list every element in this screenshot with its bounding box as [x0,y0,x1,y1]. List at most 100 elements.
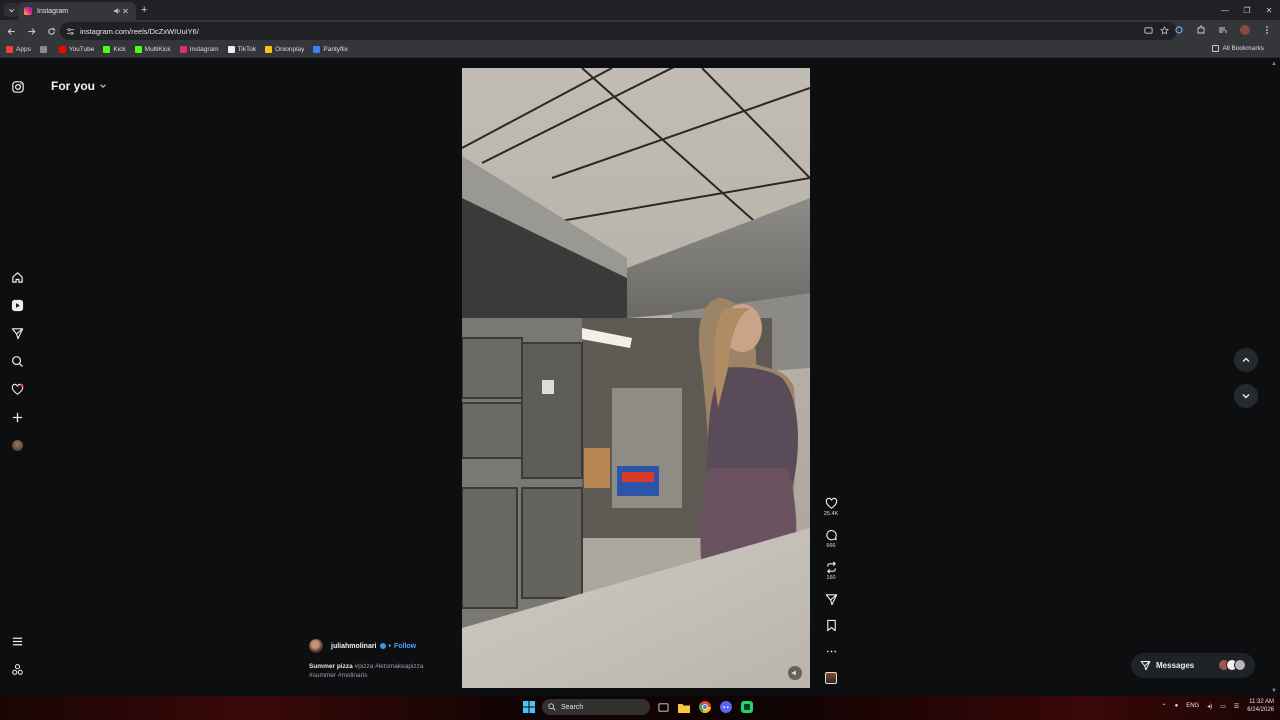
pantyflix-icon [313,46,321,53]
next-reel-button[interactable] [1234,384,1258,408]
windows-start-icon[interactable] [521,699,537,715]
file-explorer-icon[interactable] [676,699,692,715]
microphone-icon[interactable]: ● [1175,703,1179,709]
star-icon[interactable] [1159,25,1169,35]
maximize-button[interactable]: ❐ [1236,0,1258,20]
more-menu-icon[interactable] [1260,23,1274,37]
tab-search-button[interactable] [4,3,18,17]
caption-hashtags-1[interactable]: #pizza #letsmakeapizza [355,663,424,670]
feed-selector[interactable]: For you [51,79,107,93]
tab-title: Instagram [37,7,69,15]
tiktok-icon [227,46,235,53]
notifications-heart-icon[interactable] [11,383,24,396]
audio-thumbnail[interactable] [825,672,837,684]
tab-instagram[interactable]: Instagram ✕ [18,2,136,20]
verified-badge-icon [379,643,386,649]
close-tab-icon[interactable]: ✕ [121,7,130,16]
save-button[interactable] [818,619,844,632]
folder-icon [1212,45,1220,52]
repost-icon [826,561,836,574]
network-icon[interactable]: ▭ [1220,703,1226,710]
url-text: instagram.com/reels/DcZxWIUuiY6/ [80,26,199,36]
like-button[interactable]: 25.4K [818,497,844,517]
windows-taskbar: Search ⌃ ● ENG ◂) ▭ ☰ 11:32 AM 6/24/2026 [0,696,1280,720]
forward-button[interactable] [22,22,40,40]
chevron-up-icon [1242,357,1250,362]
messages-label: Messages [1156,661,1195,670]
address-bar[interactable]: instagram.com/reels/DcZxWIUuiY6/ [60,22,1177,40]
messages-button[interactable]: Messages [1131,653,1255,678]
site-info-icon[interactable] [66,27,75,36]
reel-video[interactable] [462,68,810,688]
mute-toggle-button[interactable] [788,666,802,680]
bookmark-onionplay[interactable]: Onionplay [265,46,304,53]
speaker-icon [791,670,796,676]
home-icon[interactable] [11,271,24,284]
browser-toolbar: instagram.com/reels/DcZxWIUuiY6/ [0,20,1280,42]
caption-hashtags-2[interactable]: #summer #molinaris [309,672,368,679]
all-bookmarks[interactable]: All Bookmarks [1212,45,1264,52]
instagram-reels-page: For you 25.4K 666 160 juliahmolinari • F… [0,59,1280,696]
bookmark-youtube[interactable]: YouTube [58,46,94,53]
language-indicator[interactable]: ENG [1186,703,1199,709]
discord-icon[interactable] [718,699,734,715]
also-from-meta-icon[interactable] [11,663,24,676]
caption-title: Summer pizza [309,663,353,670]
direct-send-icon [1140,661,1151,671]
onionplay-icon [265,46,273,53]
bookmark-apps[interactable]: Apps [6,46,31,53]
profile-avatar[interactable] [11,439,24,452]
media-control-icon[interactable] [1216,23,1230,37]
repost-button[interactable]: 160 [818,561,844,581]
instagram-logo-icon[interactable] [12,81,24,93]
volume-icon[interactable]: ◂) [1207,703,1212,710]
author-username[interactable]: juliahmolinari [331,643,377,650]
chrome-icon[interactable] [697,699,713,715]
apps-grid-icon [6,46,13,53]
puzzle-icon[interactable] [1194,23,1208,37]
bookmark-instagram[interactable]: Instagram [179,46,219,53]
taskbar-apps: Search [521,699,755,715]
speaker-icon[interactable] [112,7,121,16]
extension-icon[interactable] [1172,23,1186,37]
taskbar-search[interactable]: Search [542,699,650,715]
bookmark-grid[interactable] [39,46,50,53]
task-view-icon[interactable] [655,699,671,715]
back-button[interactable] [2,22,20,40]
bookmark-multikick[interactable]: MultiKick [134,46,171,53]
close-window-button[interactable]: ✕ [1258,0,1280,20]
new-tab-button[interactable]: + [141,4,147,16]
comment-icon [825,530,837,541]
notifications-icon[interactable]: ☰ [1234,703,1239,710]
search-icon[interactable] [11,355,24,368]
comment-button[interactable]: 666 [818,529,844,549]
bookmark-pantyflix[interactable]: Pantyflix [313,46,348,53]
tray-overflow-icon[interactable]: ⌃ [1162,703,1167,710]
share-button[interactable] [818,593,844,606]
author-avatar[interactable] [309,639,323,653]
create-plus-icon[interactable] [11,411,24,424]
taskbar-clock[interactable]: 11:32 AM 6/24/2026 [1247,698,1274,714]
instagram-icon [179,46,187,53]
reel-caption[interactable]: Summer pizza #pizza #letsmakeapizza #sum… [309,662,439,680]
direct-send-icon[interactable] [11,327,24,340]
reload-button[interactable] [42,22,60,40]
separator-dot: • [388,642,391,650]
cast-icon[interactable] [1143,25,1153,35]
scrollbar-up-arrow[interactable]: ▲ [1271,61,1277,67]
minimize-button[interactable]: — [1214,0,1236,20]
follow-button[interactable]: Follow [394,643,416,650]
bookmark-kick[interactable]: Kick [103,46,126,53]
reels-icon[interactable] [11,299,24,312]
previous-reel-button[interactable] [1234,348,1258,372]
chevron-down-icon [1242,394,1250,399]
menu-icon[interactable] [11,635,24,648]
instagram-favicon-icon [24,7,32,15]
scrollbar-down-arrow[interactable]: ▼ [1271,688,1277,694]
grid-icon [39,46,47,53]
like-count: 25.4K [823,511,839,517]
app-green-icon[interactable] [739,699,755,715]
profile-avatar[interactable] [1238,23,1252,37]
bookmark-tiktok[interactable]: TikTok [227,46,256,53]
more-options-button[interactable] [818,645,844,658]
